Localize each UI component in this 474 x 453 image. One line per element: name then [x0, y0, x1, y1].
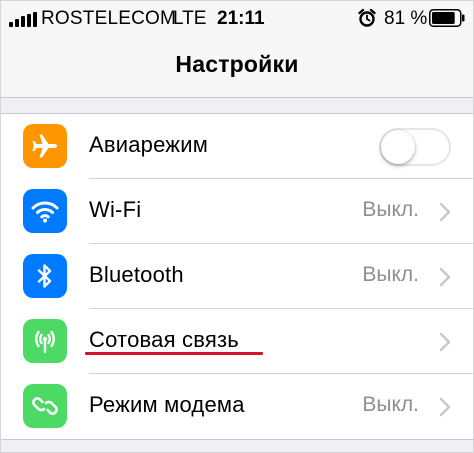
- status-time: 21:11: [217, 8, 265, 29]
- airplane-icon: [23, 124, 67, 168]
- setting-label: Bluetooth: [89, 262, 184, 287]
- page-title: Настройки: [175, 51, 299, 77]
- battery-icon: [429, 9, 465, 27]
- setting-value: Выкл.: [362, 198, 419, 221]
- phone-screen: ROSTELECOM LTE 21:11 81 % Настройки Авиа…: [0, 0, 474, 453]
- settings-list: Авиарежим Wi-Fi Выкл. Bluetooth Выкл. Со…: [1, 113, 473, 440]
- setting-label: Сотовая связь: [89, 327, 239, 352]
- setting-label: Режим модема: [89, 392, 245, 417]
- highlight-underline: [85, 352, 263, 355]
- settings-row-cellular[interactable]: Сотовая связь: [1, 309, 473, 374]
- settings-row-wifi[interactable]: Wi-Fi Выкл.: [1, 179, 473, 244]
- settings-row-airplane-mode[interactable]: Авиарежим: [1, 114, 473, 179]
- toggle-knob: [381, 130, 415, 164]
- network-type: LTE: [173, 8, 207, 29]
- alarm-clock-icon: [358, 8, 376, 27]
- bluetooth-icon: [23, 254, 67, 298]
- battery-percentage: 81 %: [384, 8, 428, 29]
- airplane-mode-toggle[interactable]: [379, 128, 451, 166]
- setting-label: Авиарежим: [89, 132, 209, 157]
- setting-label: Wi-Fi: [89, 197, 142, 222]
- status-bar: ROSTELECOM LTE 21:11 81 %: [1, 1, 473, 35]
- signal-strength-icon: [9, 12, 39, 27]
- settings-row-personal-hotspot[interactable]: Режим модема Выкл.: [1, 374, 473, 439]
- chevron-right-icon: [439, 267, 451, 287]
- chevron-right-icon: [439, 332, 451, 352]
- chevron-right-icon: [439, 397, 451, 417]
- personal-hotspot-icon: [23, 384, 67, 428]
- carrier-name: ROSTELECOM: [41, 8, 177, 29]
- cellular-icon: [23, 319, 67, 363]
- setting-value: Выкл.: [362, 393, 419, 416]
- chevron-right-icon: [439, 202, 451, 222]
- setting-value: Выкл.: [362, 263, 419, 286]
- wifi-icon: [23, 189, 67, 233]
- settings-row-bluetooth[interactable]: Bluetooth Выкл.: [1, 244, 473, 309]
- navigation-bar: Настройки: [1, 35, 473, 98]
